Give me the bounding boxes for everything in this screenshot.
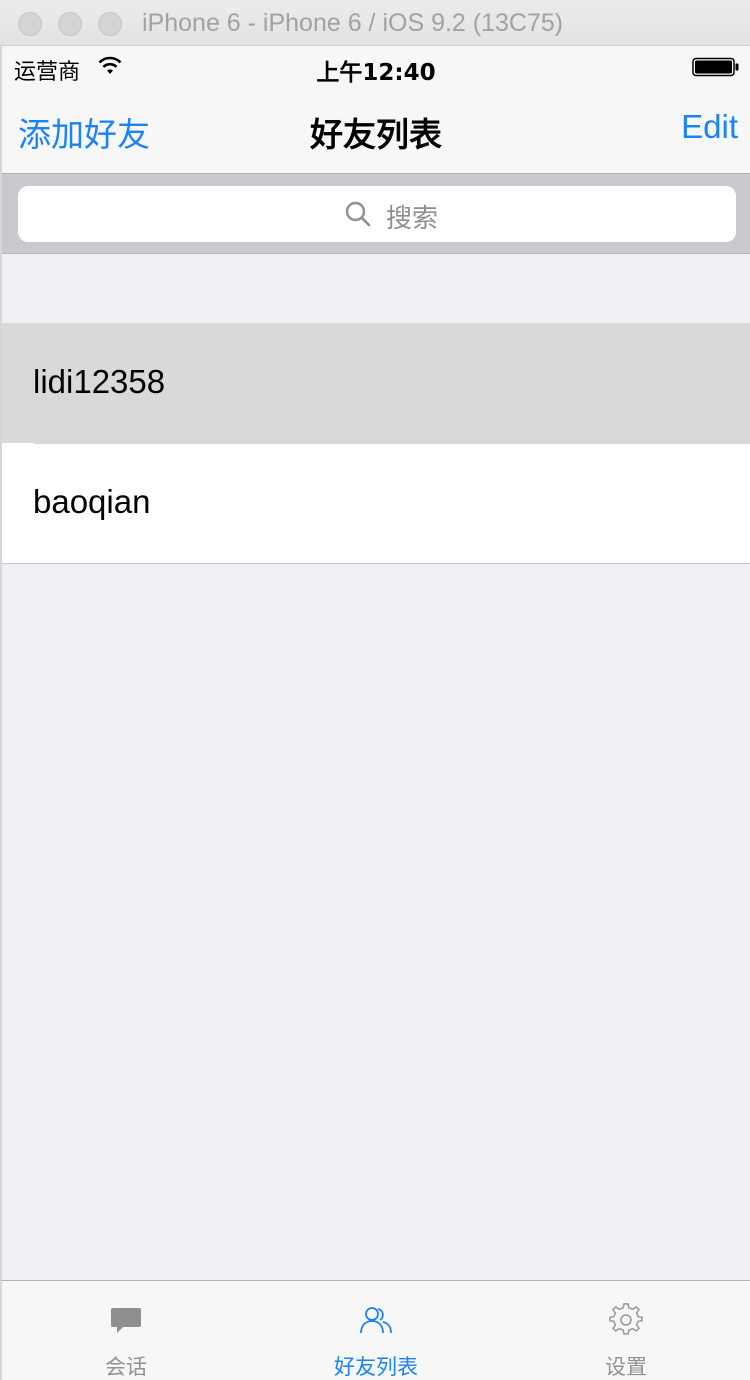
minimize-window-button[interactable] bbox=[58, 12, 82, 36]
tab-label: 好友列表 bbox=[334, 1355, 418, 1379]
search-icon bbox=[345, 201, 371, 227]
tab-settings[interactable]: 设置 bbox=[502, 1281, 750, 1380]
zoom-window-button[interactable] bbox=[98, 12, 122, 36]
friend-name: lidi12358 bbox=[33, 363, 166, 400]
status-bar: 运营商 上午12:40 bbox=[2, 46, 750, 86]
window-titlebar: iPhone 6 - iPhone 6 / iOS 9.2 (13C75) bbox=[0, 0, 750, 46]
navigation-bar: 添加好友 好友列表 Edit bbox=[2, 86, 750, 174]
battery-icon bbox=[692, 57, 739, 77]
tab-bar: 会话 好友列表 设置 bbox=[2, 1280, 750, 1380]
window-title: iPhone 6 - iPhone 6 / iOS 9.2 (13C75) bbox=[142, 9, 564, 37]
tab-conversations[interactable]: 会话 bbox=[2, 1281, 250, 1380]
search-placeholder: 搜索 bbox=[386, 204, 439, 234]
friend-row[interactable]: baoqian bbox=[2, 443, 750, 563]
tab-label: 设置 bbox=[605, 1355, 647, 1379]
device-screen: 运营商 上午12:40 添加好友 好友列表 Edit 搜索 lidi12358 bbox=[2, 46, 750, 1380]
friend-row[interactable]: lidi12358 bbox=[2, 323, 750, 443]
search-bar: 搜索 bbox=[2, 174, 750, 254]
gear-icon bbox=[609, 1303, 643, 1335]
tab-label: 会话 bbox=[105, 1355, 147, 1379]
edit-button[interactable]: Edit bbox=[681, 108, 738, 146]
contacts-icon bbox=[360, 1307, 392, 1334]
page-title: 好友列表 bbox=[310, 115, 442, 154]
friend-list: lidi12358 baoqian bbox=[2, 323, 750, 564]
search-input[interactable]: 搜索 bbox=[18, 186, 736, 242]
status-time: 上午12:40 bbox=[316, 60, 436, 86]
close-window-button[interactable] bbox=[18, 12, 42, 36]
tab-friend-list[interactable]: 好友列表 bbox=[252, 1281, 500, 1380]
chat-bubble-icon bbox=[111, 1308, 141, 1333]
friend-name: baoqian bbox=[33, 483, 151, 520]
